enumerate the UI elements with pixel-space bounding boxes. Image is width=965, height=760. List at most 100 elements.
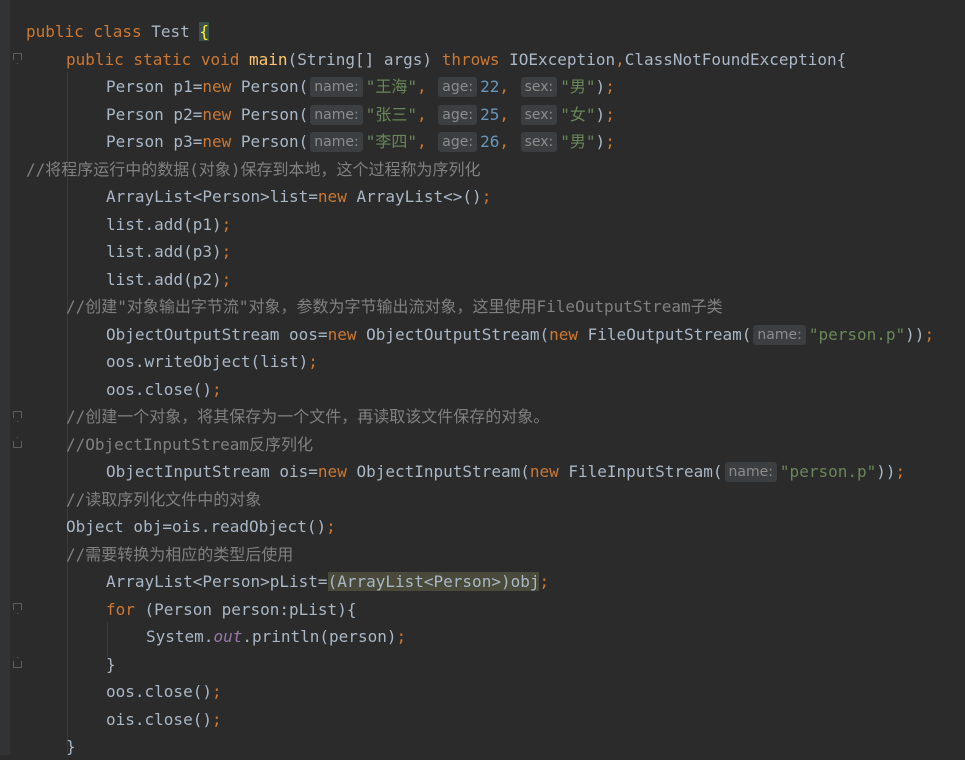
comma: , (499, 132, 519, 151)
code-line[interactable]: ObjectInputStream ois=new ObjectInputStr… (106, 458, 905, 485)
code-text: Person( (240, 105, 309, 124)
code-comment[interactable]: //创建"对象输出字节流"对象，参数为字节输出流对象，这里使用FileOutpu… (66, 293, 723, 320)
code-line[interactable]: } (106, 651, 116, 678)
semicolon: ; (895, 462, 906, 481)
fold-toggle-icon[interactable] (13, 53, 22, 64)
code-line[interactable]: ObjectOutputStream oos=new ObjectOutputS… (106, 321, 934, 348)
code-text: FileInputStream( (568, 462, 723, 481)
code-line[interactable]: ArrayList<Person>pList=(ArrayList<Person… (106, 568, 549, 595)
code-text: Object obj=ois.readObject() (66, 517, 327, 536)
code-line[interactable]: ois.close(); (106, 706, 222, 733)
parameter-hint: sex: (520, 105, 558, 125)
code-line[interactable]: public static void main(String[] args) t… (66, 46, 846, 73)
code-line[interactable]: oos.writeObject(list); (106, 348, 318, 375)
code-text: list.add(p3) (106, 242, 222, 261)
code-text: FileOutputStream( (587, 325, 752, 344)
code-text: oos.close() (106, 380, 212, 399)
semicolon: ; (221, 270, 232, 289)
code-comment[interactable]: //需要转换为相应的类型后使用 (66, 541, 293, 568)
exception-type: IOException (509, 50, 616, 69)
keyword: new (202, 105, 241, 124)
code-line[interactable]: Person p3=new Person(name: "李四", age: 26, … (106, 128, 615, 155)
code-text: ) (595, 77, 606, 96)
code-comment[interactable]: //ObjectInputStream反序列化 (66, 431, 313, 458)
code-line[interactable]: } (66, 733, 76, 760)
code-text: Person p2= (106, 105, 203, 124)
parameter-hint: age: (438, 132, 478, 152)
string-literal: "张三" (365, 105, 417, 124)
code-line[interactable]: for (Person person:pList){ (106, 596, 356, 623)
code-text: )) (876, 462, 896, 481)
code-line[interactable]: Object obj=ois.readObject(); (66, 513, 336, 540)
code-text: Person( (240, 77, 309, 96)
code-text: ArrayList<Person>list= (106, 187, 318, 206)
code-line[interactable]: oos.close(); (106, 376, 222, 403)
parameter-hint: name: (753, 325, 806, 345)
semicolon: ; (211, 682, 222, 701)
semicolon: ; (308, 352, 318, 371)
keyword: public class (26, 22, 152, 41)
code-text: oos.close() (106, 682, 212, 701)
keyword: public static void (66, 50, 250, 69)
code-line[interactable]: public class Test { (26, 18, 210, 45)
params: (String[] args) (287, 50, 442, 69)
code-line[interactable]: Person p1=new Person(name: "王海", age: 22, … (106, 73, 615, 100)
selected-text: (ArrayList<Person>)obj (327, 572, 540, 591)
keyword: new (317, 187, 357, 206)
code-line[interactable]: oos.close(); (106, 678, 222, 705)
comma: , (417, 105, 437, 124)
semicolon: ; (326, 517, 336, 536)
code-line[interactable]: System.out.println(person); (146, 623, 406, 650)
keyword: new (529, 462, 569, 481)
code-comment[interactable]: //将程序运行中的数据(对象)保存到本地，这个过程称为序列化 (26, 156, 481, 183)
code-text: System. (146, 627, 214, 646)
editor-gutter (0, 0, 10, 755)
code-text: list.add(p2) (106, 270, 222, 289)
semicolon: ; (481, 187, 492, 206)
semicolon: ; (605, 132, 615, 151)
keyword: new (327, 325, 367, 344)
semicolon: ; (605, 105, 615, 124)
code-line[interactable]: list.add(p2); (106, 266, 231, 293)
string-literal: "男" (560, 132, 596, 151)
code-text: (Person person:pList){ (144, 600, 357, 619)
code-text: ObjectInputStream( (356, 462, 530, 481)
keyword: new (317, 462, 357, 481)
code-text: ) (595, 105, 606, 124)
keyword: throws (441, 50, 510, 69)
string-literal: "李四" (365, 132, 417, 151)
code-editor[interactable]: public class Test { public static void m… (0, 0, 965, 756)
comma: , (417, 77, 437, 96)
code-line[interactable]: list.add(p3); (106, 238, 231, 265)
fold-toggle-icon[interactable] (13, 411, 22, 422)
brace: { (199, 22, 210, 41)
method-name: main (249, 50, 288, 69)
code-text: ArrayList<>() (356, 187, 482, 206)
code-text: ObjectInputStream ois= (106, 462, 318, 481)
semicolon: ; (211, 710, 222, 729)
fold-toggle-icon[interactable] (13, 657, 22, 668)
code-text: Person( (240, 132, 309, 151)
code-line[interactable]: Person p2=new Person(name: "张三", age: 25, … (106, 101, 615, 128)
code-text: Person p3= (106, 132, 203, 151)
string-literal: "男" (560, 77, 596, 96)
code-comment[interactable]: //读取序列化文件中的对象 (66, 486, 261, 513)
code-line[interactable]: ArrayList<Person>list=new ArrayList<>(); (106, 183, 491, 210)
fold-toggle-icon[interactable] (13, 603, 22, 614)
keyword: new (549, 325, 588, 344)
semicolon: ; (221, 242, 232, 261)
comma: , (417, 132, 437, 151)
code-line[interactable]: list.add(p1); (106, 211, 231, 238)
semicolon: ; (539, 572, 550, 591)
exception-type: ClassNotFoundException{ (624, 50, 847, 69)
string-literal: "person.p" (779, 462, 877, 481)
comma: , (499, 77, 519, 96)
fold-toggle-icon[interactable] (13, 437, 22, 448)
comma: , (499, 105, 519, 124)
keyword: new (202, 132, 241, 151)
string-literal: "person.p" (808, 325, 906, 344)
code-comment[interactable]: //创建一个对象，将其保存为一个文件，再读取该文件保存的对象。 (66, 403, 549, 430)
parameter-hint: name: (310, 105, 363, 125)
code-text: list.add(p1) (106, 215, 222, 234)
keyword: new (202, 77, 241, 96)
